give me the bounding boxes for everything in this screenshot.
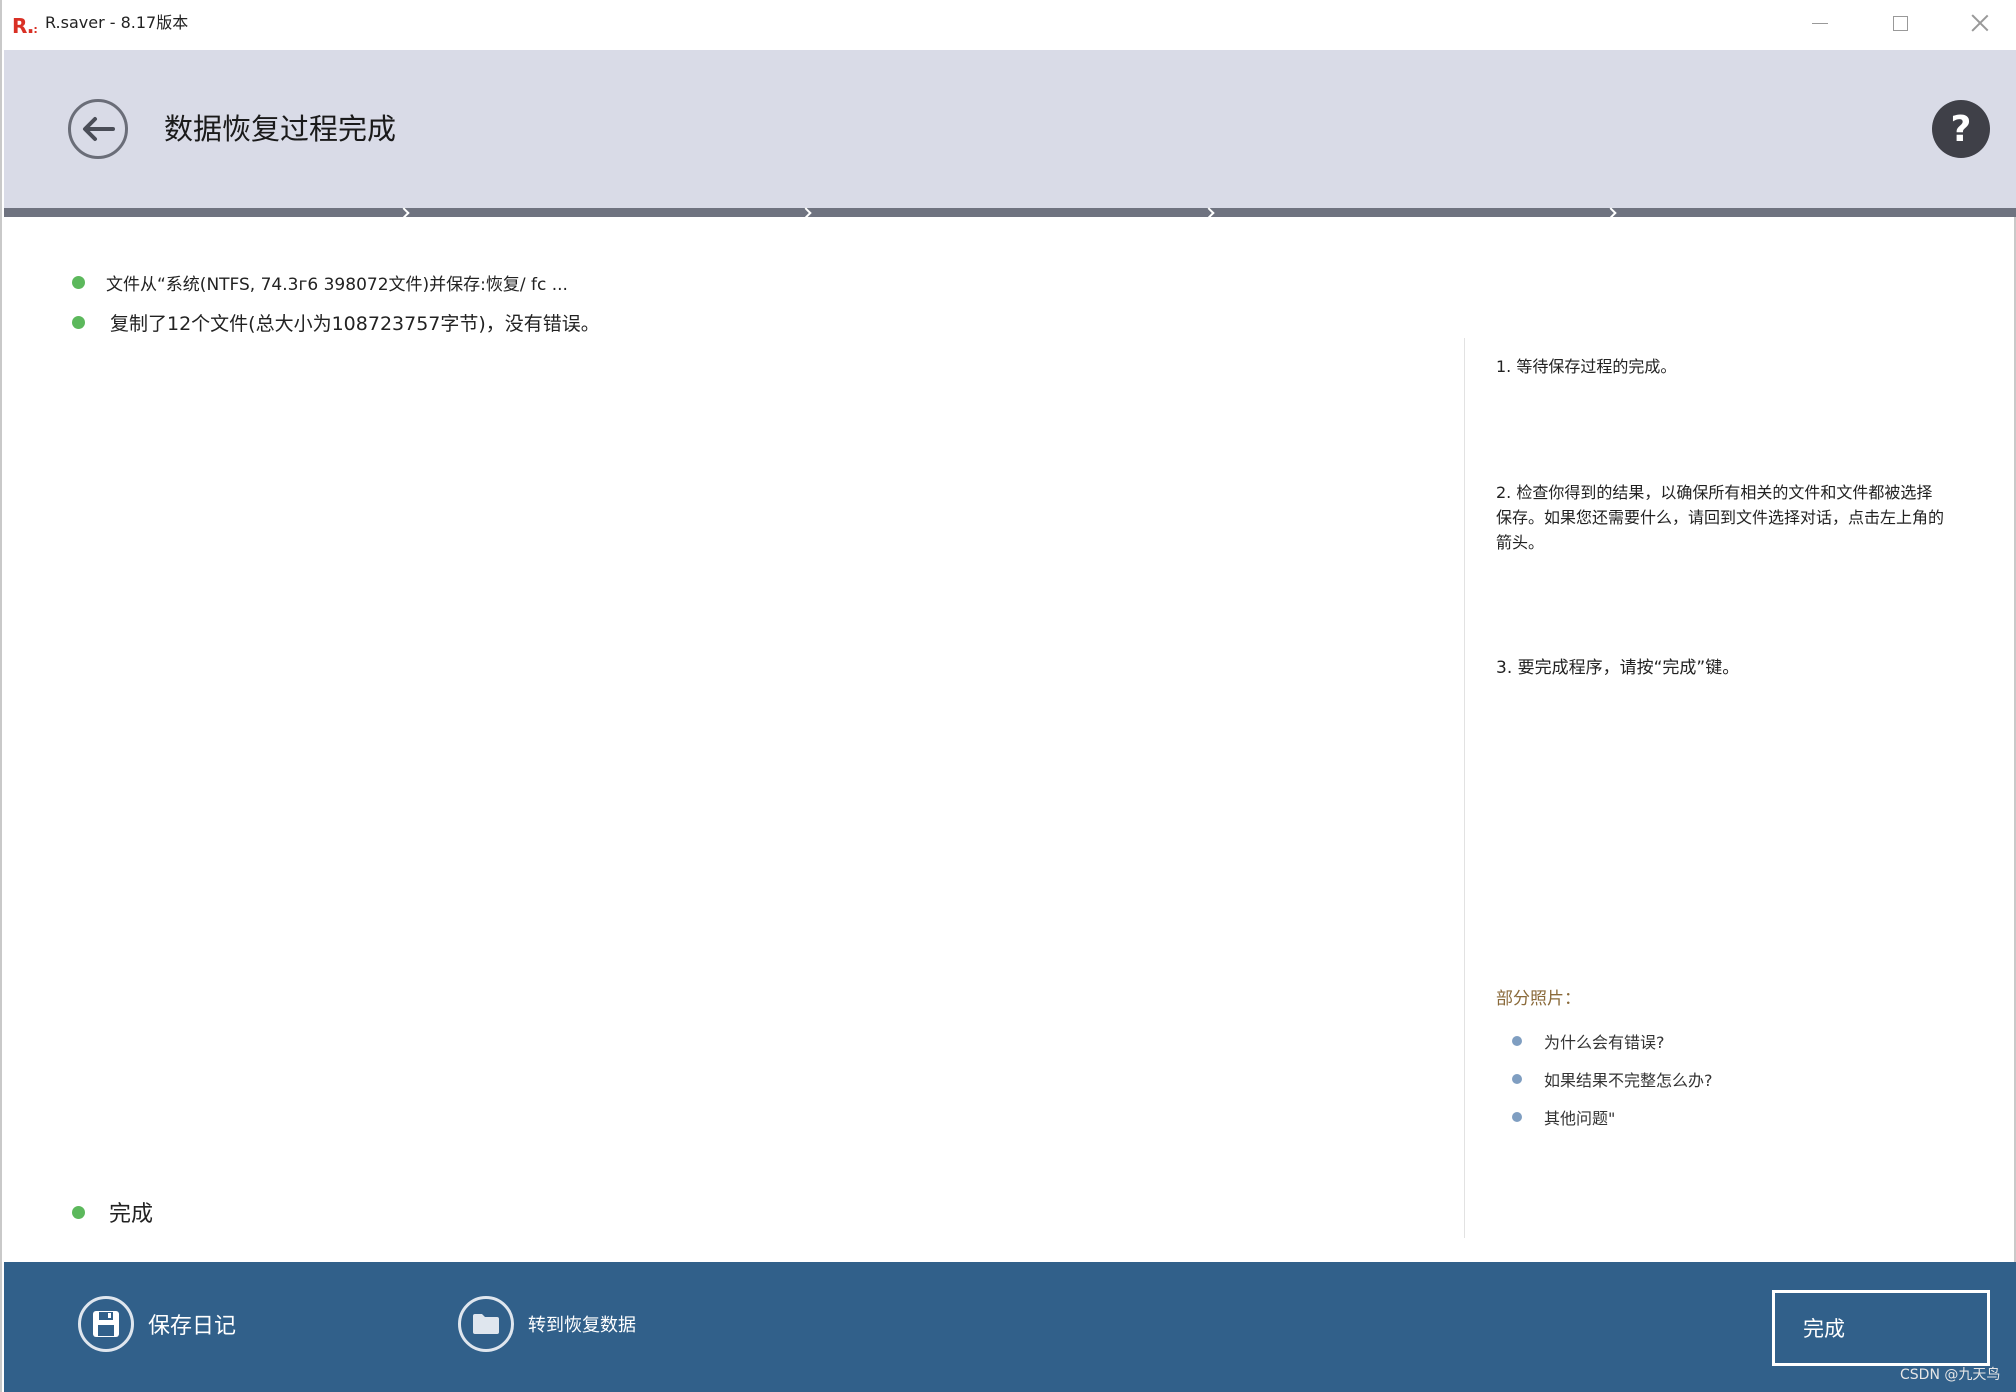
status-line: 文件从“系统(NTFS, 74.3г6 398072文件)并保存:恢复/ fc …: [72, 262, 600, 302]
progress-step: [1211, 208, 1613, 217]
maximize-button[interactable]: [1860, 0, 1940, 46]
back-button[interactable]: [68, 99, 128, 159]
save-log-button[interactable]: 保存日记: [78, 1296, 236, 1352]
help-button[interactable]: ?: [1932, 100, 1990, 158]
app-window: R.: R.saver - 8.17版本 数据恢复过程完成 ? 文件从“系统(N…: [0, 0, 2016, 1392]
bullet-icon: [1512, 1112, 1522, 1122]
page-header: 数据恢复过程完成 ?: [4, 50, 2016, 208]
status-line: 复制了12个文件(总大小为108723757字节)，没有错误。: [72, 302, 600, 342]
window-title: R.saver - 8.17版本: [45, 13, 189, 32]
title-bar: R.: R.saver - 8.17版本: [2, 0, 2016, 50]
progress-step: [406, 208, 808, 217]
help-step-3: 3. 要完成程序，请按“完成”键。: [1496, 658, 1740, 678]
goto-recovered-data-button[interactable]: 转到恢复数据: [458, 1296, 636, 1352]
status-dot-icon: [72, 315, 85, 329]
status-text: 复制了12个文件(总大小为108723757字节)，没有错误。: [110, 312, 600, 335]
floppy-disk-icon: [78, 1296, 134, 1352]
folder-icon: [458, 1296, 514, 1352]
faq-list: 为什么会有错误? 如果结果不完整怎么办? 其他问题": [1512, 1022, 1713, 1136]
watermark: CSDN @九天鸟: [1900, 1367, 2001, 1383]
footer-bar: 保存日记 转到恢复数据 完成: [4, 1262, 2016, 1392]
question-icon: ?: [1950, 108, 1972, 150]
save-log-label: 保存日记: [148, 1314, 237, 1339]
faq-link[interactable]: 为什么会有错误?: [1544, 1029, 1665, 1053]
done-text: 完成: [109, 1202, 154, 1227]
step-progress-bar: [4, 208, 2016, 217]
app-logo: R.:: [12, 14, 38, 38]
minimize-button[interactable]: [1780, 0, 1860, 46]
status-log: 文件从“系统(NTFS, 74.3г6 398072文件)并保存:恢复/ fc …: [72, 262, 600, 342]
status-dot-icon: [72, 275, 85, 289]
finish-button[interactable]: 完成: [1772, 1290, 1990, 1366]
status-text: 文件从“系统(NTFS, 74.3г6 398072文件)并保存:恢复/ fc …: [106, 274, 568, 295]
bullet-icon: [1512, 1036, 1522, 1046]
minimize-icon: [1812, 22, 1828, 24]
faq-item[interactable]: 其他问题": [1512, 1098, 1713, 1136]
help-step-1: 1. 等待保存过程的完成。: [1496, 357, 1677, 376]
done-status: 完成: [72, 1196, 153, 1228]
faq-link[interactable]: 其他问题": [1544, 1105, 1615, 1129]
progress-step: [1614, 208, 2016, 217]
close-button[interactable]: [1940, 0, 2016, 46]
maximize-icon: [1892, 15, 1908, 31]
close-icon: [1971, 14, 1989, 32]
goto-data-label: 转到恢复数据: [528, 1315, 636, 1336]
status-dot-icon: [72, 1205, 85, 1219]
panel-divider: [1464, 338, 1465, 1238]
arrow-left-icon: [83, 117, 115, 141]
page-title: 数据恢复过程完成: [164, 112, 397, 146]
progress-step: [809, 208, 1211, 217]
faq-title: 部分照片：: [1496, 989, 1581, 1009]
faq-link[interactable]: 如果结果不完整怎么办?: [1544, 1067, 1713, 1091]
progress-step: [4, 208, 406, 217]
faq-item[interactable]: 如果结果不完整怎么办?: [1512, 1060, 1713, 1098]
faq-item[interactable]: 为什么会有错误?: [1512, 1022, 1713, 1060]
bullet-icon: [1512, 1074, 1522, 1084]
help-step-2: 2. 检查你得到的结果，以确保所有相关的文件和文件都被选择保存。如果您还需要什么…: [1496, 483, 1945, 552]
